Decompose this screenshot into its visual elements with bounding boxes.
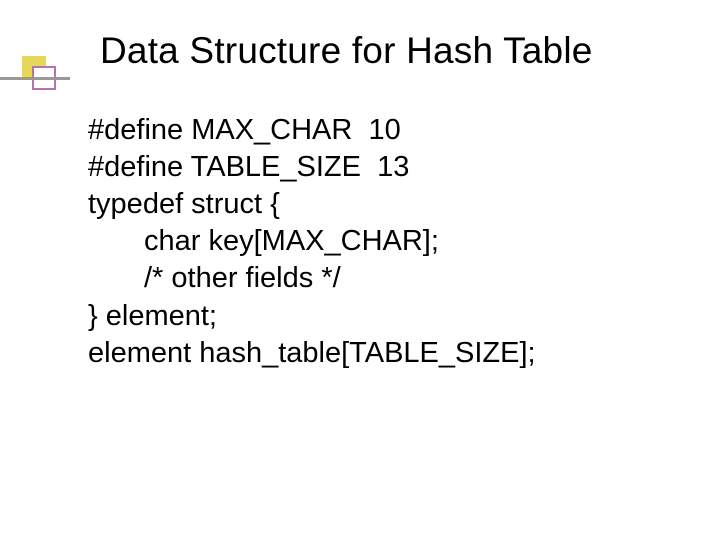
code-line: element hash_table[TABLE_SIZE];	[88, 335, 720, 372]
title-underline	[0, 77, 70, 80]
code-block: #define MAX_CHAR 10 #define TABLE_SIZE 1…	[0, 80, 720, 372]
slide: Data Structure for Hash Table #define MA…	[0, 0, 720, 540]
code-line: /* other fields */	[88, 260, 720, 297]
code-line: #define TABLE_SIZE 13	[88, 149, 720, 186]
slide-title: Data Structure for Hash Table	[100, 30, 720, 72]
code-line: #define MAX_CHAR 10	[88, 112, 720, 149]
code-line: typedef struct {	[88, 186, 720, 223]
title-area: Data Structure for Hash Table	[0, 0, 720, 80]
code-line: char key[MAX_CHAR];	[88, 223, 720, 260]
code-line: } element;	[88, 298, 720, 335]
